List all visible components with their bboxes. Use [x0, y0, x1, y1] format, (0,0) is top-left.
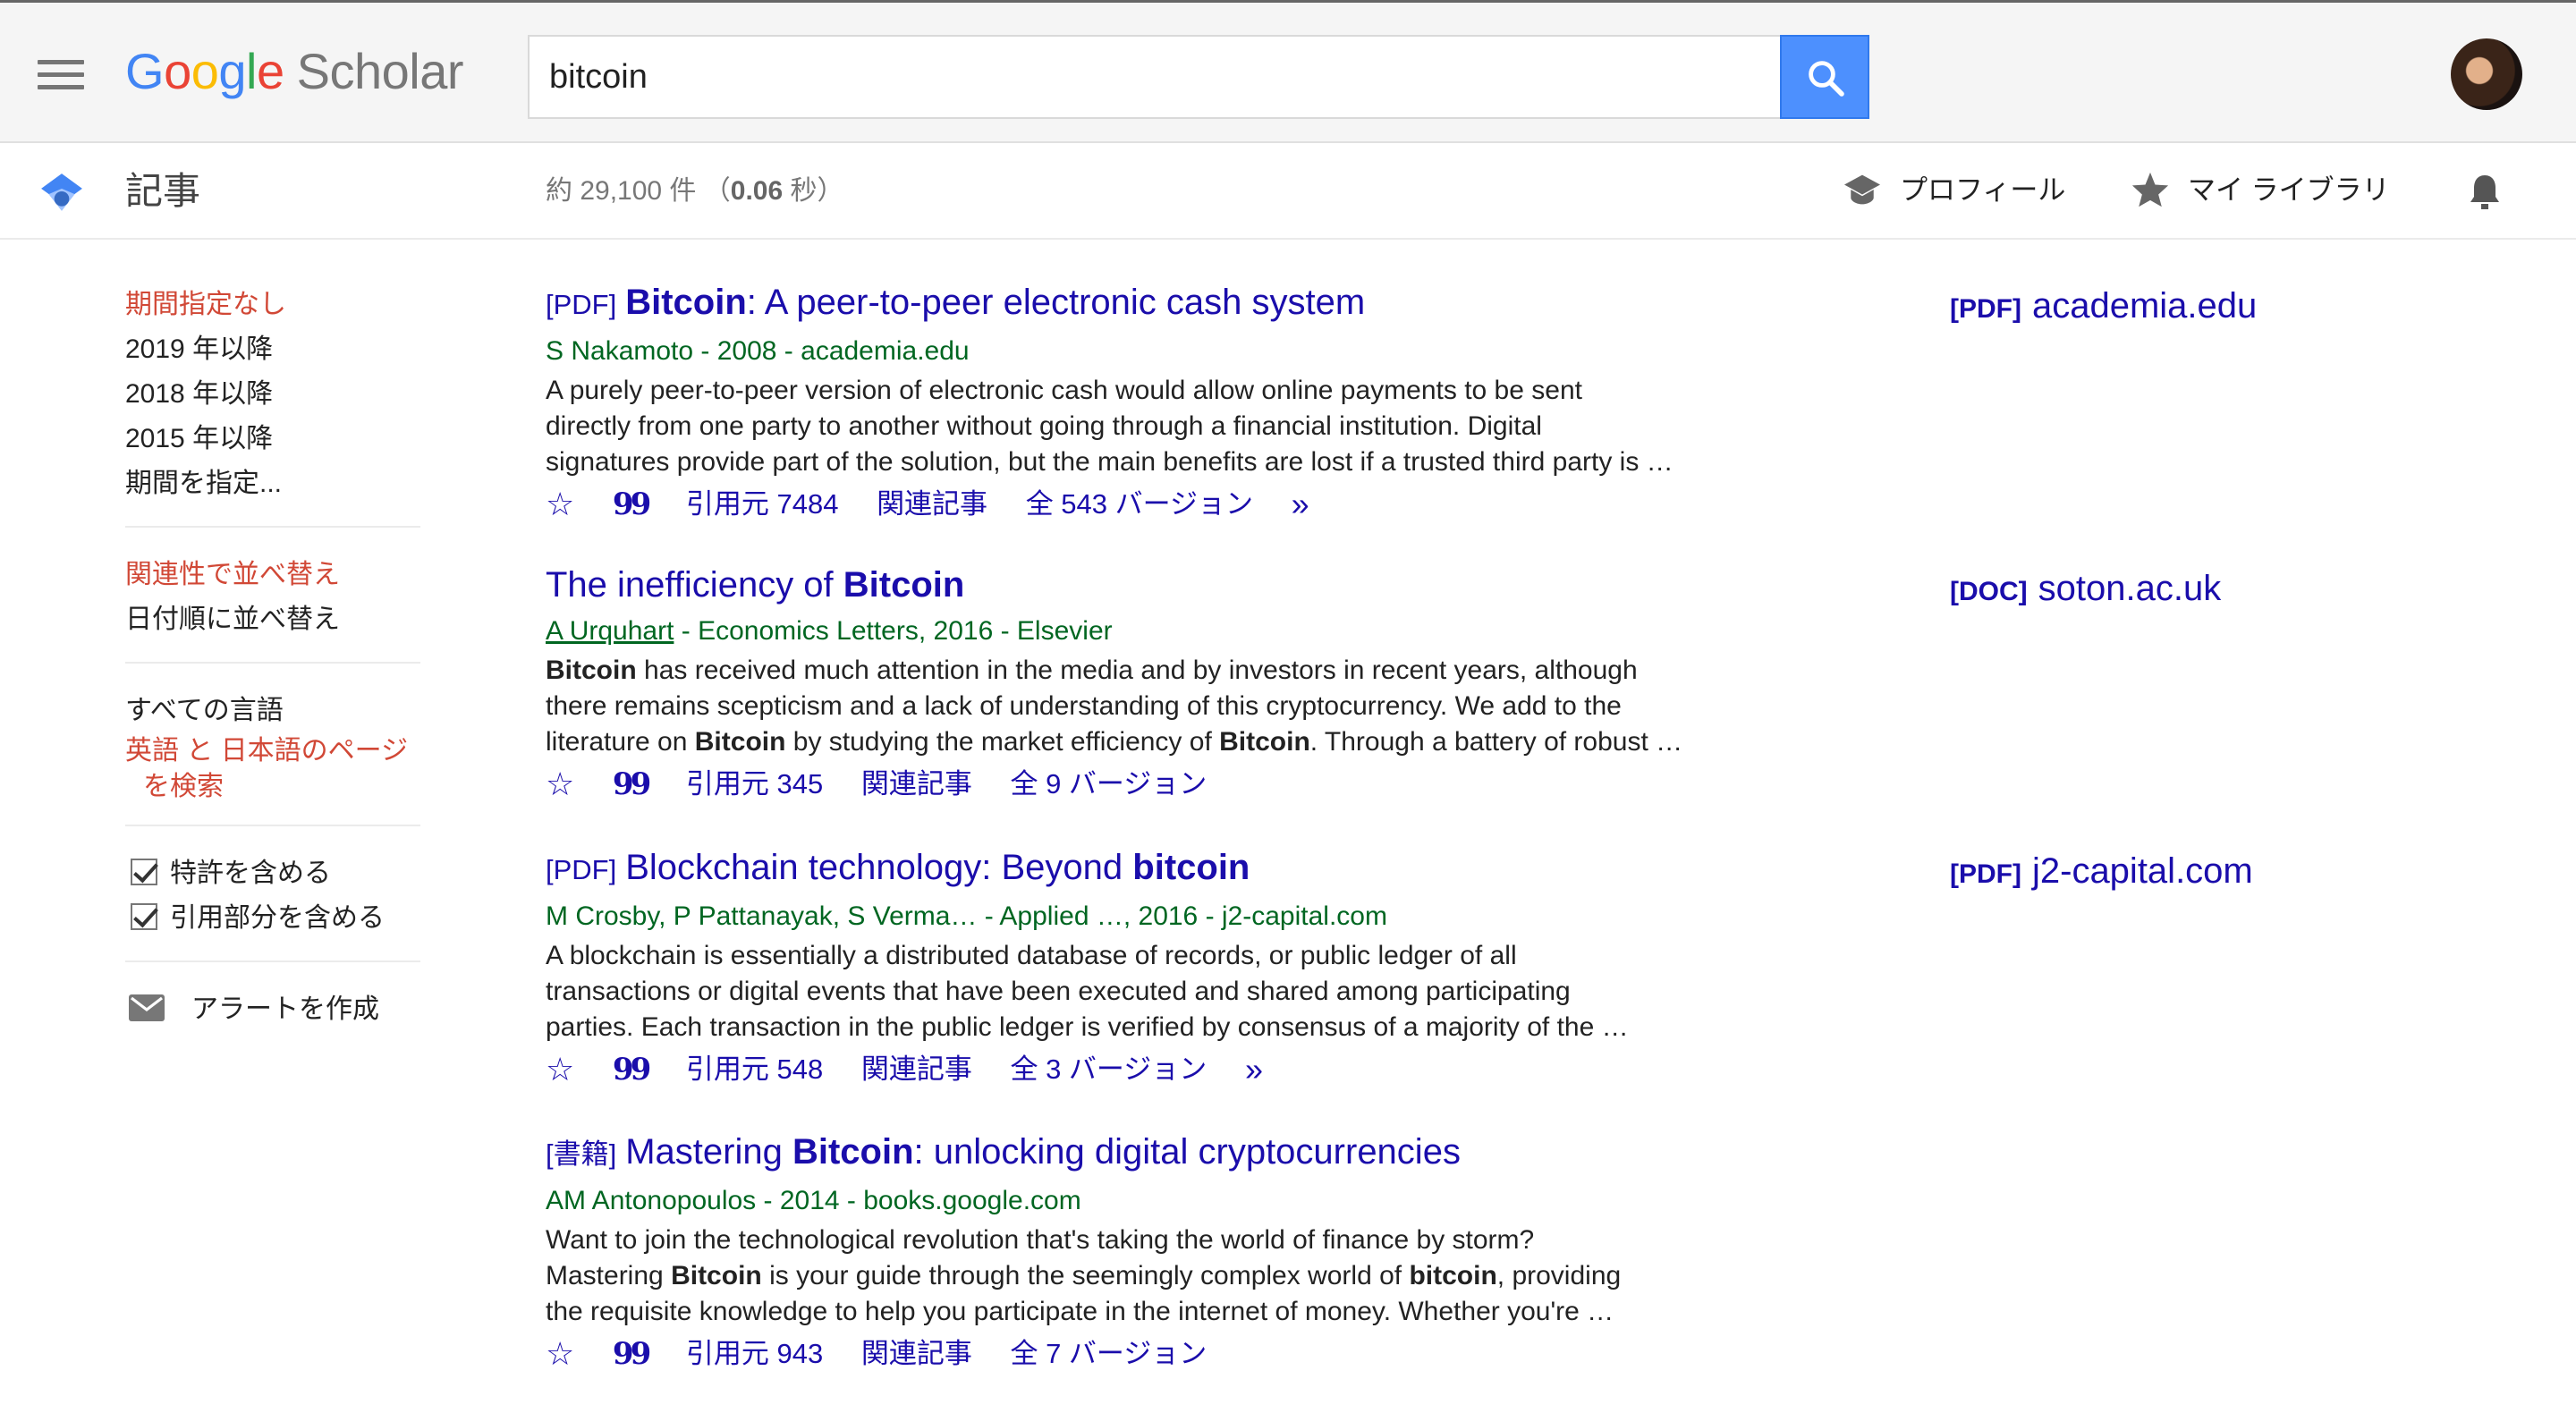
- checkbox-checked[interactable]: [131, 903, 157, 931]
- divider: [125, 960, 420, 962]
- save-star-icon[interactable]: ☆: [546, 1332, 574, 1376]
- related-articles-link[interactable]: 関連記事: [861, 1332, 972, 1376]
- include-patents-checkbox[interactable]: 特許を含める: [125, 851, 420, 896]
- lang-all[interactable]: すべての言語: [125, 689, 420, 733]
- time-custom[interactable]: 期間を指定...: [125, 461, 420, 506]
- all-versions-link[interactable]: 全 543 バージョン: [1026, 482, 1253, 527]
- related-articles-link[interactable]: 関連記事: [861, 1047, 972, 1092]
- my-library-link[interactable]: マイ ライブラリ: [2131, 168, 2390, 213]
- result-snippet: Want to join the technological revolutio…: [546, 1225, 1622, 1326]
- time-since-2019[interactable]: 2019 年以降: [125, 327, 420, 372]
- fulltext-link[interactable]: [PDF] academia.edu: [1950, 281, 2257, 334]
- quote-icon[interactable]: 99: [613, 1047, 651, 1092]
- profile-link[interactable]: プロフィール: [1843, 168, 2065, 213]
- double-chevron-icon[interactable]: »: [1292, 482, 1309, 527]
- result-meta: M Crosby, P Pattanayak, S Verma… - Appli…: [546, 901, 1387, 931]
- all-versions-link[interactable]: 全 7 バージョン: [1010, 1332, 1207, 1376]
- result-meta: AM Antonopoulos - 2014 - books.google.co…: [546, 1186, 1081, 1215]
- sub-header: 記事 約 29,100 件 （0.06 秒） プロフィール マイ ライブラリ: [0, 145, 2576, 240]
- divider: [125, 526, 420, 528]
- result-actions: ☆ 99 引用元 943 関連記事 全 7 バージョン: [546, 1330, 1798, 1376]
- cited-by-link[interactable]: 引用元 345: [686, 762, 823, 807]
- cited-by-link[interactable]: 引用元 943: [686, 1332, 823, 1376]
- result-actions: ☆ 99 引用元 7484 関連記事 全 543 バージョン »: [546, 480, 1798, 527]
- lang-en-ja[interactable]: 英語 と 日本語のページを検索: [125, 733, 420, 805]
- cited-by-link[interactable]: 引用元 548: [686, 1047, 823, 1092]
- author-link[interactable]: A Urquhart: [546, 616, 674, 646]
- divider: [125, 662, 420, 664]
- save-star-icon[interactable]: ☆: [546, 482, 574, 527]
- time-since-2018[interactable]: 2018 年以降: [125, 372, 420, 417]
- result-title[interactable]: The inefficiency of Bitcoin: [546, 560, 1798, 610]
- quote-icon[interactable]: 99: [613, 482, 651, 527]
- top-bar: Google Scholar: [0, 0, 2576, 143]
- result-meta: A Urquhart - Economics Letters, 2016 - E…: [546, 616, 1113, 646]
- envelope-icon: [129, 994, 165, 1022]
- avatar[interactable]: [2451, 38, 2522, 110]
- save-star-icon[interactable]: ☆: [546, 762, 574, 807]
- quote-icon[interactable]: 99: [613, 1332, 651, 1376]
- menu-icon[interactable]: [38, 60, 84, 90]
- related-articles-link[interactable]: 関連記事: [877, 482, 987, 527]
- articles-label[interactable]: 記事: [125, 166, 200, 216]
- star-icon: [2131, 172, 2169, 207]
- all-versions-link[interactable]: 全 3 バージョン: [1010, 1047, 1207, 1092]
- result-actions: ☆ 99 引用元 345 関連記事 全 9 バージョン: [546, 760, 1798, 807]
- result-title[interactable]: [PDF] Blockchain technology: Beyond bitco…: [546, 842, 1798, 895]
- result-item: [書籍] Mastering Bitcoin: unlocking digital…: [546, 1127, 1798, 1376]
- result-stats: 約 29,100 件 （0.06 秒）: [546, 176, 844, 206]
- result-actions: ☆ 99 引用元 548 関連記事 全 3 バージョン »: [546, 1045, 1798, 1092]
- graduation-cap-icon: [1844, 174, 1880, 205]
- result-item: [PDF] Bitcoin: A peer-to-peer electronic …: [546, 277, 1798, 527]
- sort-date[interactable]: 日付順に並べ替え: [125, 597, 420, 642]
- checkbox-checked[interactable]: [131, 859, 157, 886]
- fulltext-link[interactable]: [PDF] j2-capital.com: [1950, 846, 2253, 900]
- filter-sidebar: 期間指定なし 2019 年以降 2018 年以降 2015 年以降 期間を指定.…: [125, 283, 420, 1032]
- search-icon: [1809, 61, 1844, 97]
- scholar-cap-icon[interactable]: [39, 170, 84, 215]
- create-alert-link[interactable]: アラートを作成: [125, 987, 420, 1032]
- related-articles-link[interactable]: 関連記事: [861, 762, 972, 807]
- quote-icon[interactable]: 99: [613, 762, 651, 807]
- divider: [125, 825, 420, 826]
- result-snippet: A blockchain is essentially a distribute…: [546, 941, 1629, 1042]
- include-citations-checkbox[interactable]: 引用部分を含める: [125, 896, 420, 941]
- result-item: [PDF] Blockchain technology: Beyond bitco…: [546, 842, 1798, 1092]
- all-versions-link[interactable]: 全 9 バージョン: [1010, 762, 1207, 807]
- result-title[interactable]: [書籍] Mastering Bitcoin: unlocking digital…: [546, 1127, 1798, 1180]
- google-scholar-logo[interactable]: Google Scholar: [125, 42, 464, 101]
- time-since-2015[interactable]: 2015 年以降: [125, 417, 420, 461]
- bell-icon[interactable]: [2467, 172, 2503, 211]
- search-button[interactable]: [1780, 35, 1869, 119]
- result-meta: S Nakamoto - 2008 - academia.edu: [546, 336, 970, 366]
- result-title[interactable]: [PDF] Bitcoin: A peer-to-peer electronic …: [546, 277, 1798, 330]
- fulltext-link[interactable]: [DOC] soton.ac.uk: [1950, 563, 2221, 617]
- result-snippet: A purely peer-to-peer version of electro…: [546, 376, 1674, 477]
- double-chevron-icon[interactable]: »: [1245, 1047, 1263, 1092]
- cited-by-link[interactable]: 引用元 7484: [686, 482, 839, 527]
- save-star-icon[interactable]: ☆: [546, 1047, 574, 1092]
- sort-relevance[interactable]: 関連性で並べ替え: [125, 553, 420, 597]
- search-input[interactable]: [528, 35, 1782, 119]
- result-item: The inefficiency of Bitcoin A Urquhart -…: [546, 560, 1798, 807]
- time-any[interactable]: 期間指定なし: [125, 283, 420, 327]
- result-snippet: Bitcoin has received much attention in t…: [546, 656, 1683, 757]
